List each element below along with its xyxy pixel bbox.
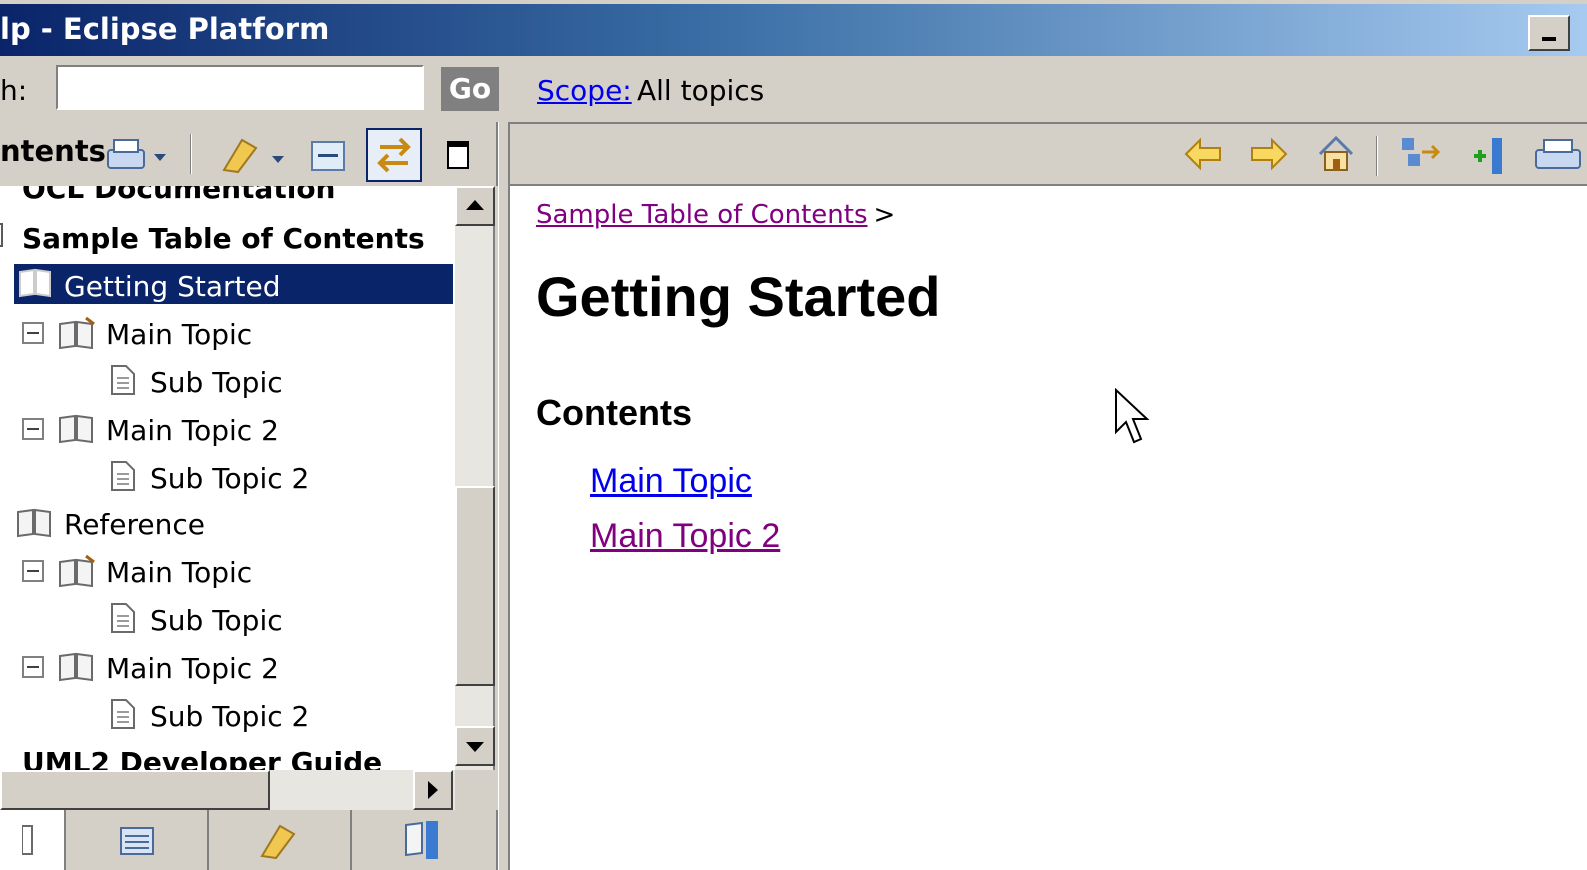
go-button[interactable]: Go	[441, 67, 499, 111]
tree-item[interactable]: Main Topic	[0, 312, 455, 356]
tab-search-results[interactable]	[209, 810, 352, 870]
tree-item-label: Sample Table of Contents	[22, 222, 425, 255]
tree-item-label: OCL Documentation	[22, 186, 336, 205]
h-scroll-thumb[interactable]	[0, 770, 270, 810]
bookmarks-tab-icon	[405, 821, 438, 859]
tab-contents[interactable]	[0, 810, 66, 870]
collapse-toggle-icon[interactable]	[22, 322, 44, 344]
tree-item-label: Main Topic	[106, 318, 253, 351]
link-with-contents-icon[interactable]	[366, 128, 422, 182]
breadcrumb-separator: >	[873, 200, 896, 230]
breadcrumb: Sample Table of Contents >	[536, 200, 895, 230]
book-open-icon	[16, 506, 54, 543]
collapse-toggle-icon[interactable]	[22, 656, 44, 678]
tab-index[interactable]	[66, 810, 209, 870]
scope-value: All topics	[637, 74, 765, 107]
bookmark-document-icon[interactable]	[1466, 136, 1508, 176]
tree-item-label: Reference	[64, 508, 205, 541]
index-tab-icon	[119, 827, 154, 855]
scroll-thumb[interactable]	[455, 486, 495, 686]
page-icon	[110, 460, 136, 497]
breadcrumb-link[interactable]: Sample Table of Contents	[536, 200, 868, 230]
maximize-icon[interactable]	[442, 138, 474, 172]
tab-bookmarks[interactable]	[352, 810, 498, 870]
help-content: Sample Table of Contents > Getting Starte…	[508, 186, 1587, 870]
tree-item-selected[interactable]: Getting Started	[0, 264, 455, 308]
book-edit-icon	[58, 316, 98, 355]
search-input[interactable]	[56, 65, 424, 110]
book-icon	[0, 220, 6, 255]
toolbar-separator	[190, 134, 192, 174]
forward-icon[interactable]	[1248, 136, 1290, 172]
collapse-toggle-icon[interactable]	[22, 418, 44, 440]
mouse-cursor-icon	[1114, 387, 1150, 451]
panel-splitter[interactable]	[498, 122, 508, 870]
book-open-icon	[18, 266, 52, 303]
show-in-contents-icon[interactable]	[1398, 134, 1444, 176]
minimize-button[interactable]	[1528, 15, 1570, 51]
scope-link[interactable]: Scope:	[537, 74, 632, 107]
scroll-down-button[interactable]	[455, 726, 495, 766]
back-icon[interactable]	[1182, 136, 1224, 172]
contents-tab-icon	[22, 825, 33, 855]
print-page-icon[interactable]	[1532, 136, 1582, 174]
book-open-icon	[58, 650, 96, 687]
page-title: Getting Started	[536, 265, 941, 328]
scroll-right-button[interactable]	[413, 770, 453, 810]
tree-item-label: Sub Topic 2	[150, 462, 310, 495]
vertical-scrollbar[interactable]	[455, 186, 495, 770]
page-icon	[110, 364, 136, 401]
tree-item[interactable]: UML2 Developer Guide	[0, 740, 455, 770]
tree-item[interactable]: OCL Documentation	[0, 186, 455, 210]
content-panel: Sample Table of Contents > Getting Starte…	[508, 122, 1587, 870]
tree-item-label: Main Topic 2	[106, 414, 279, 447]
tree-item[interactable]: Main Topic 2	[0, 408, 455, 452]
scroll-right-arrow-icon	[428, 781, 438, 799]
search-results-tab-icon	[259, 824, 295, 860]
tree-item-label: Sub Topic	[150, 366, 283, 399]
tree-item[interactable]: Reference	[0, 502, 455, 546]
tree-item-label: Main Topic	[106, 556, 253, 589]
contents-heading: Contents	[536, 392, 692, 433]
print-icon[interactable]	[104, 136, 172, 174]
nav-tabs	[0, 810, 498, 870]
tree-item-label: Sub Topic	[150, 604, 283, 637]
tree-item[interactable]: Sub Topic	[0, 360, 455, 404]
tree-item[interactable]: Main Topic 2	[0, 646, 455, 690]
tree-item-label: Sub Topic 2	[150, 700, 310, 733]
book-edit-icon	[58, 554, 98, 593]
scroll-up-arrow-icon	[466, 200, 484, 210]
toolbar-separator	[1376, 136, 1378, 176]
tree-item-label: UML2 Developer Guide	[22, 746, 383, 770]
search-bar: h: Go Scope: All topics	[0, 56, 1587, 122]
toc-link-main-topic[interactable]: Main Topic	[590, 462, 752, 501]
page-icon	[110, 698, 136, 735]
title-bar: lp - Eclipse Platform	[0, 0, 1587, 56]
page-icon	[110, 602, 136, 639]
tree-item-label: Getting Started	[64, 270, 281, 303]
tree-item[interactable]: Sub Topic 2	[0, 694, 455, 738]
tree-item[interactable]: Sample Table of Contents	[0, 216, 455, 260]
collapse-toggle-icon[interactable]	[22, 560, 44, 582]
toc-link-main-topic-2[interactable]: Main Topic 2	[590, 517, 780, 556]
scroll-up-button[interactable]	[455, 186, 495, 226]
contents-tree[interactable]: OCL Documentation Sample Table of Conten…	[0, 186, 455, 770]
scroll-corner	[455, 770, 498, 810]
home-icon[interactable]	[1316, 134, 1356, 174]
highlight-icon[interactable]	[218, 134, 290, 174]
contents-panel: ntents OCL Documentation Sample Table of…	[0, 122, 498, 870]
panel-title: ntents	[0, 134, 106, 168]
search-label: h:	[0, 74, 28, 107]
tree-item[interactable]: Sub Topic	[0, 598, 455, 642]
tree-item[interactable]: Sub Topic 2	[0, 456, 455, 500]
tree-item-label: Main Topic 2	[106, 652, 279, 685]
tree-item[interactable]: Main Topic	[0, 550, 455, 594]
content-toolbar	[508, 122, 1587, 186]
contents-toolbar: ntents	[0, 122, 498, 186]
collapse-all-icon[interactable]	[308, 138, 348, 174]
window-title: lp - Eclipse Platform	[0, 12, 330, 46]
scroll-down-arrow-icon	[466, 742, 484, 752]
horizontal-scrollbar[interactable]	[0, 770, 455, 810]
book-open-icon	[58, 412, 96, 449]
